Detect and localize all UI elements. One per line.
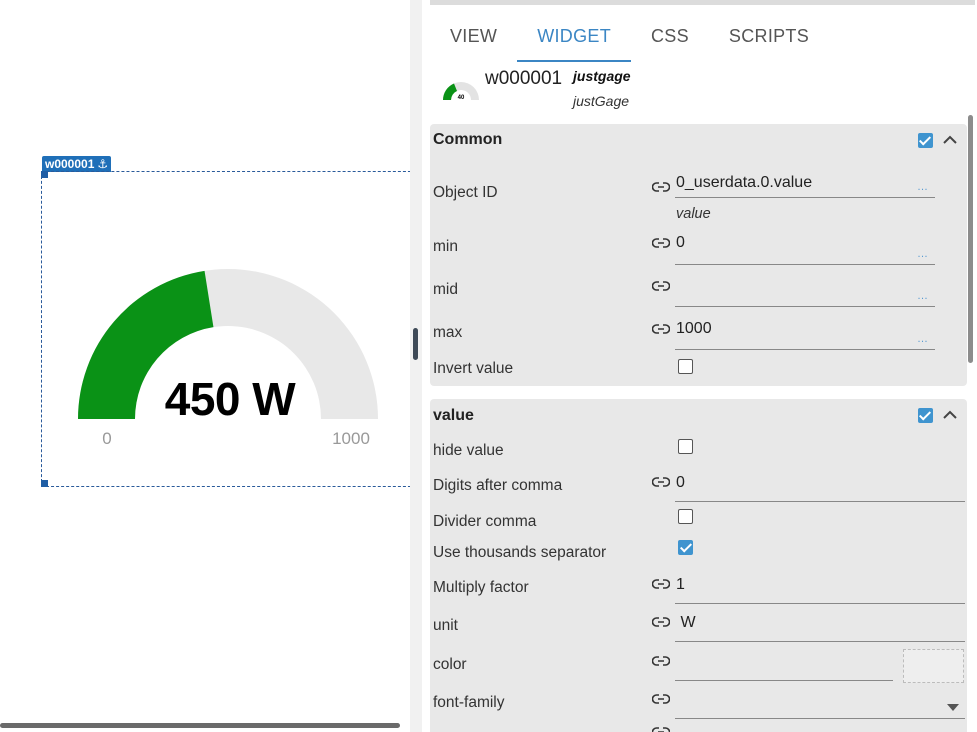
vertical-scrollbar[interactable] (968, 115, 973, 363)
font-family-select[interactable] (675, 687, 965, 719)
group-common-checkbox[interactable] (918, 133, 933, 148)
object-id-label: Object ID (433, 184, 498, 201)
unit-field[interactable]: W (675, 610, 965, 642)
chevron-up-icon[interactable] (941, 132, 959, 148)
object-id-field[interactable]: 0_userdata.0.value … (675, 170, 935, 198)
digits-field[interactable]: 0 (675, 470, 965, 502)
app-root: w000001 ⚓ 450 W 0 1000 VIEW WIDGET CSS S… (0, 0, 977, 732)
panel-tabs: VIEW WIDGET CSS SCRIPTS (430, 22, 829, 62)
object-id-browse-button[interactable]: … (917, 181, 929, 193)
link-icon[interactable] (652, 615, 670, 629)
gauge-chart (78, 269, 378, 419)
editor-canvas[interactable]: w000001 ⚓ 450 W 0 1000 (0, 0, 410, 732)
max-value: 1000 (676, 320, 712, 337)
thumbnail-value: 40 (458, 95, 465, 101)
link-icon[interactable] (652, 692, 670, 706)
gauge-max-label: 1000 (332, 429, 370, 448)
hide-value-label: hide value (433, 442, 504, 459)
max-browse-button[interactable]: … (917, 333, 929, 345)
min-label: min (433, 238, 458, 255)
max-label: max (433, 324, 463, 341)
link-icon[interactable] (652, 279, 670, 293)
link-icon[interactable] (652, 654, 670, 668)
gauge-thumbnail-icon: 40 (443, 82, 479, 101)
invert-value-checkbox[interactable] (678, 359, 693, 374)
splitter-grip[interactable] (413, 328, 418, 360)
digits-value: 0 (676, 474, 685, 491)
digits-label: Digits after comma (433, 477, 563, 494)
panel-top-bar (430, 0, 975, 5)
thousands-label: Use thousands separator (433, 544, 607, 561)
link-icon[interactable] (652, 577, 670, 591)
chevron-down-icon[interactable] (947, 704, 959, 711)
group-value-title: value (433, 407, 474, 424)
multiply-label: Multiply factor (433, 579, 529, 596)
group-value: value hide value Digits after comma 0 Di… (430, 399, 967, 732)
link-icon[interactable] (652, 180, 670, 194)
link-icon[interactable] (652, 475, 670, 489)
horizontal-scrollbar[interactable] (0, 723, 400, 728)
color-field[interactable] (675, 649, 893, 681)
gauge-value-text: 450 W (164, 373, 296, 425)
link-icon[interactable] (652, 236, 670, 250)
unit-value: W (676, 614, 696, 631)
multiply-field[interactable]: 1 (675, 572, 965, 604)
group-common-title: Common (433, 131, 503, 148)
hide-value-checkbox[interactable] (678, 439, 693, 454)
panel-splitter[interactable] (410, 0, 422, 732)
chevron-up-icon[interactable] (941, 407, 959, 423)
link-icon[interactable] (652, 322, 670, 336)
min-browse-button[interactable]: … (917, 248, 929, 260)
tab-css[interactable]: CSS (631, 22, 709, 62)
widget-set: justgage (573, 68, 631, 84)
properties-panel: VIEW WIDGET CSS SCRIPTS 40 w000001 justg… (422, 0, 977, 732)
widget-id: w000001 (485, 68, 563, 89)
min-value: 0 (676, 234, 685, 251)
tab-view[interactable]: VIEW (430, 22, 517, 62)
mid-field[interactable]: … (675, 273, 935, 307)
color-picker-swatch[interactable] (903, 649, 964, 683)
divider-comma-label: Divider comma (433, 513, 537, 530)
max-field[interactable]: 1000 … (675, 316, 935, 350)
multiply-value: 1 (676, 576, 685, 593)
color-label: color (433, 656, 467, 673)
widget-info: 40 w000001 justgage justGage (440, 66, 740, 112)
min-field[interactable]: 0 … (675, 228, 935, 265)
object-id-subtext: value (676, 206, 711, 222)
group-common: Common Object ID 0_userdata.0.value … va… (430, 124, 967, 386)
thousands-separator-checkbox[interactable] (678, 540, 693, 555)
tab-widget[interactable]: WIDGET (517, 22, 631, 62)
group-value-checkbox[interactable] (918, 408, 933, 423)
divider-comma-checkbox[interactable] (678, 509, 693, 524)
mid-label: mid (433, 281, 458, 298)
unit-label: unit (433, 617, 458, 634)
mid-browse-button[interactable]: … (917, 290, 929, 302)
link-icon[interactable] (652, 725, 670, 732)
tab-scripts[interactable]: SCRIPTS (709, 22, 829, 62)
object-id-value: 0_userdata.0.value (676, 174, 813, 191)
invert-value-label: Invert value (433, 360, 514, 377)
gauge-min-label: 0 (102, 429, 112, 448)
widget-type: justGage (573, 93, 630, 109)
font-family-label: font-family (433, 694, 505, 711)
